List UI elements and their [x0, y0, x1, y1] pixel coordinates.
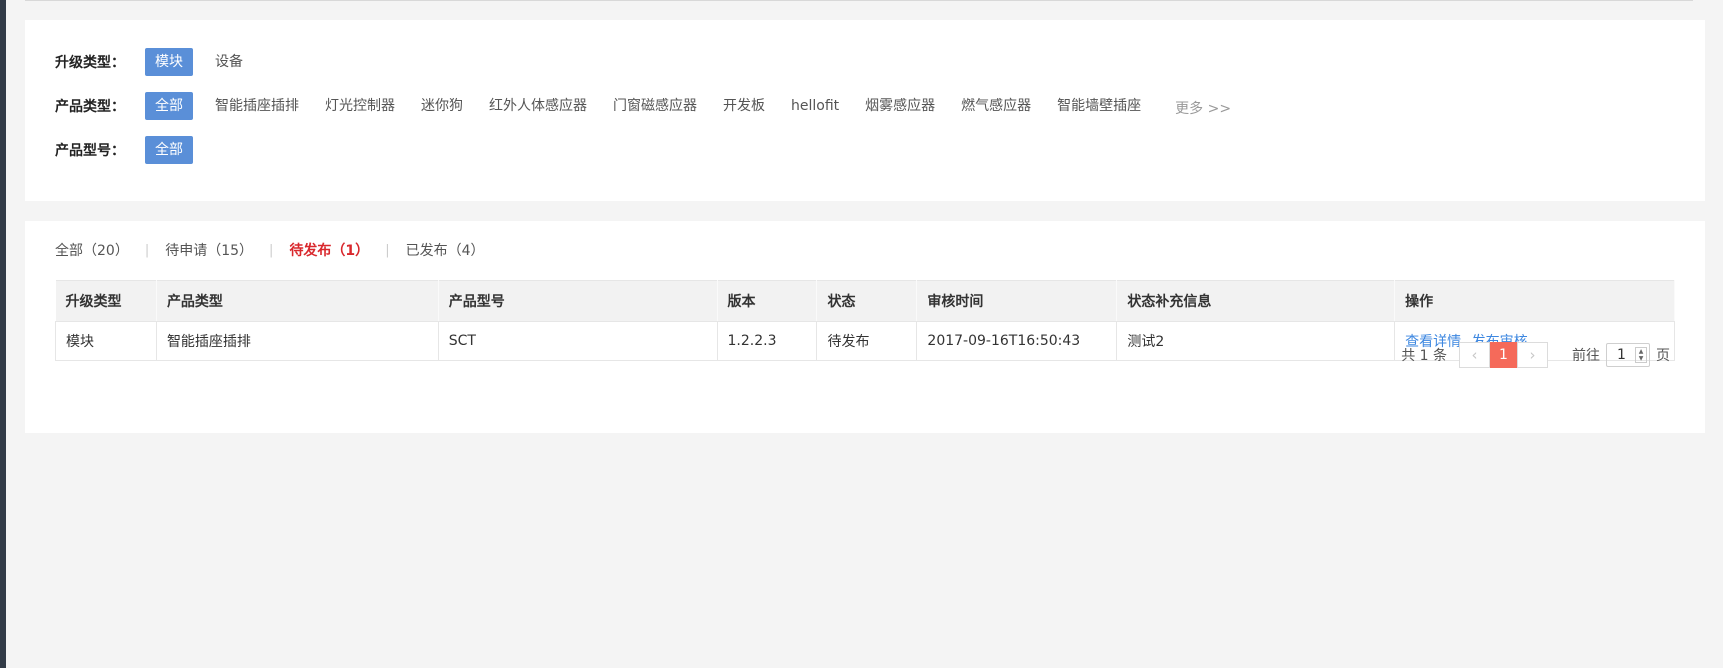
column-header-product-model: 产品型号	[438, 280, 718, 322]
stepper-up-icon[interactable]: ▲	[1639, 348, 1644, 355]
page-stepper-icon[interactable]: ▲ ▼	[1635, 347, 1647, 363]
chip-product-model-all[interactable]: 全部	[145, 136, 193, 164]
chip-product-type-light-controller[interactable]: 灯光控制器	[325, 92, 395, 120]
top-divider	[25, 0, 1693, 1]
chip-product-type-smart-socket-strip[interactable]: 智能插座插排	[215, 92, 299, 120]
cell-product-type: 智能插座插排	[155, 321, 439, 361]
cell-version: 1.2.2.3	[716, 321, 818, 361]
tab-pending-apply[interactable]: 待申请（15）	[165, 240, 253, 260]
chip-product-type-all[interactable]: 全部	[145, 92, 193, 120]
column-header-actions: 操作	[1394, 280, 1675, 322]
tab-pending-publish[interactable]: 待发布（1）	[289, 240, 369, 260]
filter-label-product-type: 产品类型：	[55, 99, 125, 115]
chip-product-type-gas-sensor[interactable]: 燃气感应器	[961, 92, 1031, 120]
tab-separator: |	[269, 242, 274, 258]
chip-product-type-mini-dog[interactable]: 迷你狗	[421, 92, 463, 120]
cell-status-info: 测试2	[1116, 321, 1396, 361]
column-header-status-info: 状态补充信息	[1116, 280, 1396, 322]
next-page-button[interactable]: ›	[1517, 342, 1548, 368]
goto-page-input[interactable]: 1 ▲ ▼	[1606, 343, 1650, 367]
chip-upgrade-device[interactable]: 设备	[215, 48, 243, 76]
column-header-version: 版本	[717, 280, 818, 322]
chip-product-type-hellofit[interactable]: hellofit	[791, 92, 839, 120]
filter-panel: 升级类型： 模块 设备 产品类型： 全部 智能插座插排 灯光控制器 迷你狗 红外…	[25, 20, 1705, 201]
filter-label-product-model: 产品型号：	[55, 143, 125, 159]
chip-product-type-door-sensor[interactable]: 门窗磁感应器	[613, 92, 697, 120]
prev-page-button[interactable]: ‹	[1459, 342, 1490, 368]
sidebar-edge	[0, 0, 6, 668]
cell-upgrade-type: 模块	[55, 321, 157, 361]
pagination: 共 1 条 ‹ 1 › 前往 1 ▲ ▼ 页	[1401, 342, 1670, 368]
goto-page: 前往 1 ▲ ▼ 页	[1572, 343, 1670, 367]
tab-separator: |	[385, 242, 390, 258]
chip-product-type-smoke-sensor[interactable]: 烟雾感应器	[865, 92, 935, 120]
column-header-product-type: 产品类型	[156, 280, 439, 322]
cell-review-time: 2017-09-16T16:50:43	[916, 321, 1118, 361]
status-tabs: 全部（20） | 待申请（15） | 待发布（1） | 已发布（4）	[55, 240, 485, 260]
column-header-status: 状态	[816, 280, 918, 322]
page-number-current[interactable]: 1	[1490, 342, 1517, 368]
more-link[interactable]: 更多 >>	[1175, 98, 1231, 118]
goto-page-value: 1	[1617, 347, 1626, 363]
list-panel: 全部（20） | 待申请（15） | 待发布（1） | 已发布（4） 升级类型 …	[25, 221, 1705, 433]
cell-status: 待发布	[816, 321, 918, 361]
filter-row-upgrade-type: 升级类型： 模块 设备	[55, 48, 269, 76]
goto-suffix: 页	[1656, 348, 1670, 364]
filter-label-upgrade-type: 升级类型：	[55, 55, 125, 71]
chip-product-type-infrared-sensor[interactable]: 红外人体感应器	[489, 92, 587, 120]
filter-row-product-model: 产品型号： 全部	[55, 136, 215, 164]
pagination-total: 共 1 条	[1401, 348, 1447, 364]
tab-published[interactable]: 已发布（4）	[406, 240, 485, 260]
chip-product-type-dev-board[interactable]: 开发板	[723, 92, 765, 120]
chip-upgrade-module[interactable]: 模块	[145, 48, 193, 76]
chip-product-type-wall-socket[interactable]: 智能墙壁插座	[1057, 92, 1141, 120]
stepper-down-icon[interactable]: ▼	[1639, 355, 1644, 362]
tab-separator: |	[144, 242, 150, 258]
column-header-review-time: 审核时间	[916, 280, 1118, 322]
filter-row-product-type: 产品类型： 全部 智能插座插排 灯光控制器 迷你狗 红外人体感应器 门窗磁感应器…	[55, 92, 1231, 120]
goto-prefix: 前往	[1572, 348, 1600, 364]
table-header-row: 升级类型 产品类型 产品型号 版本 状态 审核时间 状态补充信息 操作	[55, 280, 1675, 322]
cell-product-model: SCT	[437, 321, 718, 361]
tab-all[interactable]: 全部（20）	[55, 240, 129, 260]
column-header-upgrade-type: 升级类型	[55, 280, 157, 322]
